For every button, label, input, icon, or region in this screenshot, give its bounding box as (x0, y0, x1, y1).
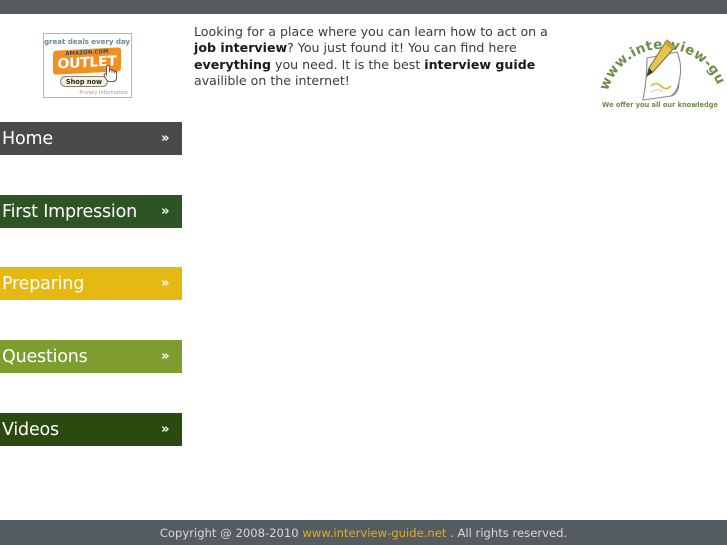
sidebar-item-videos[interactable]: Videos » (0, 413, 182, 446)
intro-segment-2: ? You just found it! You can find here (287, 40, 517, 56)
sidebar-item-preparing[interactable]: Preparing » (0, 267, 182, 300)
sidebar-item-label: Videos (2, 419, 59, 440)
sidebar-item-first-impression[interactable]: First Impression » (0, 195, 182, 228)
chevron-right-double-icon: » (161, 422, 169, 437)
logo-tagline: We offer you all our knowledge (602, 101, 718, 109)
intro-segment-6: availible on the internet! (194, 73, 350, 89)
page-header: great deals every day! AMAZON.COM OUTLET… (0, 6, 727, 122)
site-logo[interactable]: www.interview-guide.net We offer you all… (590, 6, 727, 118)
footer-copyright: Copyright @ 2008-2010 www.interview-guid… (160, 526, 567, 540)
ad-headline: great deals every day! (44, 37, 132, 46)
intro-segment-4: you need. It is the best (271, 56, 425, 72)
intro-segment-0: Looking for a place where you can learn … (194, 24, 548, 39)
sidebar-item-home[interactable]: Home » (0, 122, 182, 155)
chevron-right-double-icon: » (161, 204, 169, 219)
ad-privacy-link[interactable]: Privacy Information (79, 90, 128, 96)
sidebar-item-label: First Impression (2, 201, 137, 222)
ad-shop-now-button[interactable]: Shop now (60, 76, 108, 87)
sidebar-item-questions[interactable]: Questions » (0, 340, 182, 373)
hand-cursor-icon (102, 64, 118, 83)
top-accent-bar (0, 0, 727, 14)
footer-site-link[interactable]: www.interview-guide.net (302, 526, 446, 540)
intro-segment-5: interview guide (424, 56, 536, 72)
advertisement-banner[interactable]: great deals every day! AMAZON.COM OUTLET… (43, 33, 132, 98)
footer-copyright-suffix: . All rights reserved. (450, 525, 568, 540)
footer-copyright-prefix: Copyright @ 2008-2010 (159, 525, 303, 540)
intro-paragraph: Looking for a place where you can learn … (194, 24, 568, 90)
chevron-right-double-icon: » (161, 276, 169, 291)
sidebar-item-label: Preparing (2, 273, 85, 294)
sidebar-item-label: Questions (2, 346, 88, 367)
intro-segment-1: job interview (194, 40, 288, 56)
chevron-right-double-icon: » (161, 131, 169, 146)
chevron-right-double-icon: » (161, 349, 169, 364)
page-footer: Copyright @ 2008-2010 www.interview-guid… (0, 520, 727, 545)
intro-segment-3: everything (194, 56, 271, 72)
sidebar-item-label: Home (2, 128, 53, 149)
